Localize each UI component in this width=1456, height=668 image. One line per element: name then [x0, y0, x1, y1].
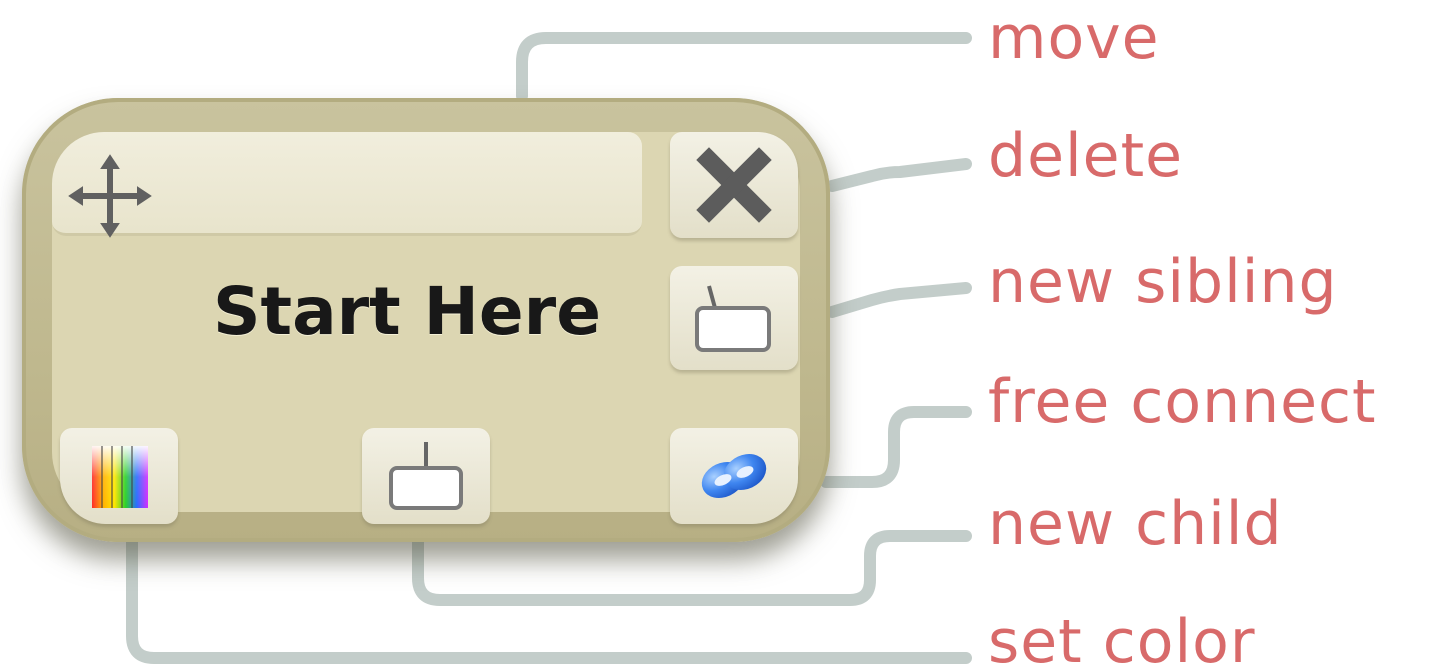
new-child-icon: [381, 436, 471, 516]
callout-set-color: set color: [988, 607, 1256, 668]
connector-move: [516, 32, 972, 102]
close-x-icon: [695, 146, 773, 224]
free-connect-button[interactable]: [670, 428, 798, 524]
callout-move: move: [988, 3, 1160, 73]
callout-new-sibling: new sibling: [988, 247, 1338, 317]
new-sibling-button[interactable]: [670, 266, 798, 370]
set-color-button[interactable]: [60, 428, 178, 524]
callout-free-connect: free connect: [988, 367, 1377, 437]
new-sibling-icon: [689, 278, 779, 358]
connector-free-connect: [820, 406, 972, 488]
node-title[interactable]: Start Here: [182, 270, 632, 354]
new-child-button[interactable]: [362, 428, 490, 524]
callout-delete: delete: [988, 121, 1184, 191]
callout-new-child: new child: [988, 489, 1283, 559]
connector-new-sibling: [826, 282, 972, 318]
color-palette-icon: [84, 440, 154, 512]
connector-new-child: [412, 530, 972, 606]
move-arrows-icon[interactable]: [68, 154, 152, 238]
delete-button[interactable]: [670, 132, 798, 238]
connector-delete: [826, 158, 972, 192]
connector-set-color: [126, 534, 972, 664]
link-icon: [695, 444, 773, 508]
mind-map-node[interactable]: Start Here: [22, 98, 830, 542]
